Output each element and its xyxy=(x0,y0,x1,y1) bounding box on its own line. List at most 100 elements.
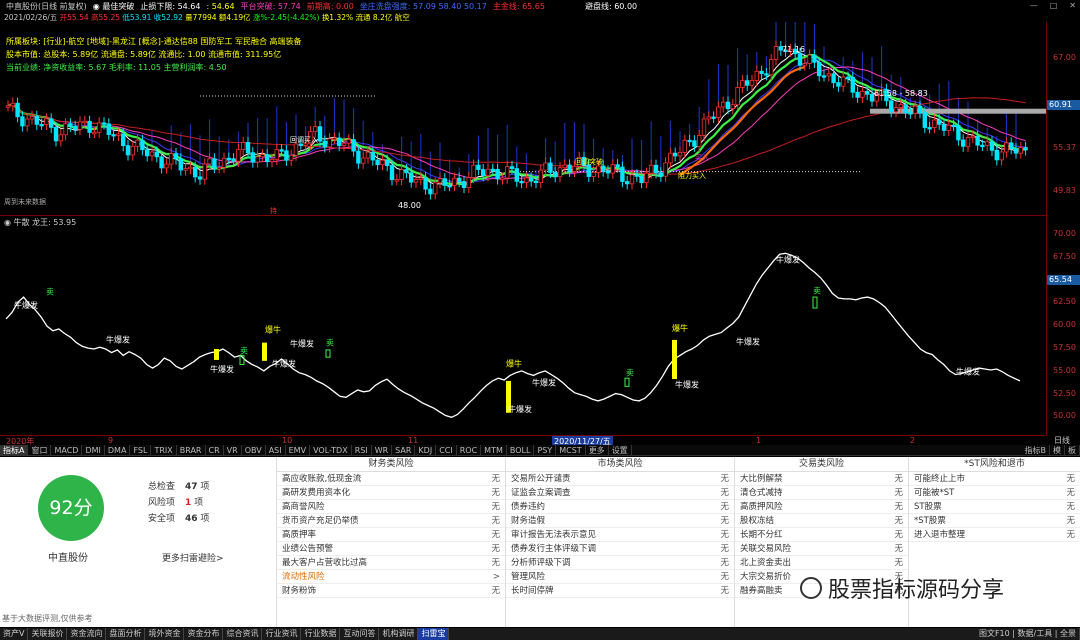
bottom-tab[interactable]: 机构调研 xyxy=(379,628,419,640)
bottom-tab[interactable]: 综合资讯 xyxy=(223,628,263,640)
risk-item[interactable]: 分析师评级下调 无 xyxy=(506,556,734,570)
indicator-tab[interactable]: 设置 xyxy=(609,445,632,455)
right-tab[interactable]: 模 xyxy=(1050,445,1065,455)
risk-item[interactable]: 流动性风险 > xyxy=(277,570,505,584)
candle-body xyxy=(226,157,231,161)
maximize-icon[interactable]: □ xyxy=(1050,1,1058,10)
indicator-tab[interactable]: VOL-TDX xyxy=(310,445,352,455)
candle-body xyxy=(961,139,966,147)
candle-body xyxy=(399,169,404,180)
indicator-tab[interactable]: MCST xyxy=(556,445,586,455)
risk-item-name: 高质押率 xyxy=(282,530,317,540)
indicator-tab[interactable]: KDJ xyxy=(415,445,437,455)
risk-item[interactable]: 可能终止上市 无 xyxy=(909,472,1080,486)
candle-body xyxy=(192,166,198,178)
more-risk-link[interactable]: 更多扫雷避险> xyxy=(162,551,224,564)
bottom-tab[interactable]: 扫雷宝 xyxy=(418,628,450,640)
risk-item[interactable]: 可能被*ST 无 xyxy=(909,486,1080,500)
indicator-tab-bar: 指标A 窗口 MACD DMI DMA FSL TRIX BRAR CR VR OBV ASI EMV V… xyxy=(0,445,1080,456)
candle-body xyxy=(164,163,169,169)
indicator-tab[interactable]: WR xyxy=(372,445,393,455)
indicator-tab[interactable]: MTM xyxy=(481,445,507,455)
candle-body xyxy=(841,76,846,87)
risk-item[interactable]: 长时间停牌 无 xyxy=(506,584,734,598)
candle-body xyxy=(529,177,534,182)
right-tab[interactable]: 板 xyxy=(1065,445,1080,455)
risk-item[interactable]: 货币资产充足仍举债 无 xyxy=(277,514,505,528)
indicator-tab[interactable]: TRIX xyxy=(151,445,177,455)
indicator-tab[interactable]: PSY xyxy=(534,445,557,455)
indicator-tab[interactable]: MACD xyxy=(51,445,83,455)
risk-item[interactable]: 北上资金卖出 无 xyxy=(735,556,908,570)
indicator-tab[interactable]: DMI xyxy=(82,445,105,455)
indicator-tab[interactable]: CCI xyxy=(436,445,457,455)
candle-body xyxy=(596,165,601,173)
indicator-tab[interactable]: RSI xyxy=(352,445,372,455)
bottom-tab[interactable]: 资金流向 xyxy=(67,628,107,640)
candle-body xyxy=(197,176,203,180)
price-scale: 67.00 60.91 55.37 49.83 xyxy=(1046,22,1080,215)
indicator-tab[interactable]: BRAR xyxy=(177,445,206,455)
indicator-tab[interactable]: 更多 xyxy=(586,445,609,455)
candle-body xyxy=(831,73,836,84)
risk-item[interactable]: ST股票 无 xyxy=(909,500,1080,514)
bottom-tab[interactable]: 行业数据 xyxy=(301,628,341,640)
candle-body xyxy=(716,106,721,118)
risk-item[interactable]: 关联交易风险 无 xyxy=(735,542,908,556)
indicator-tab[interactable]: EMV xyxy=(286,445,311,455)
indicator-tab[interactable]: CR xyxy=(206,445,224,455)
bottom-tab[interactable]: 资产V xyxy=(0,628,29,640)
bottom-tab[interactable]: 资金分布 xyxy=(184,628,224,640)
indicator-tab[interactable]: ROC xyxy=(457,445,482,455)
risk-item[interactable]: 债券发行主体评级下调 无 xyxy=(506,542,734,556)
bottom-tab[interactable]: 盘面分析 xyxy=(106,628,146,640)
candle-body xyxy=(432,182,438,195)
risk-item[interactable]: 交易所公开谴责 无 xyxy=(506,472,734,486)
risk-item[interactable]: 长期不分红 无 xyxy=(735,528,908,542)
risk-item-name: 大宗交易折价 xyxy=(740,572,792,582)
risk-item[interactable]: 清仓式减持 无 xyxy=(735,486,908,500)
indicator-tab[interactable]: SAR xyxy=(392,445,416,455)
risk-item[interactable]: 高应收账款,低现金流 无 xyxy=(277,472,505,486)
indicator-tab[interactable]: FSL xyxy=(130,445,152,455)
bottom-tab[interactable]: 境外资金 xyxy=(145,628,185,640)
risk-item[interactable]: *ST股票 无 xyxy=(909,514,1080,528)
risk-item[interactable]: 高质押率 无 xyxy=(277,528,505,542)
candle-body xyxy=(183,168,188,171)
risk-item[interactable]: 最大客户占营收比过高 无 xyxy=(277,556,505,570)
bottom-tab[interactable]: 行业资讯 xyxy=(262,628,302,640)
indicator-tab[interactable]: 指标A xyxy=(0,445,29,455)
risk-item[interactable]: 财务造假 无 xyxy=(506,514,734,528)
indicator-tab[interactable]: VR xyxy=(224,445,242,455)
quote-change: 涨%-2.45(-4.42%) xyxy=(253,13,320,22)
minimize-icon[interactable]: — xyxy=(1030,1,1038,10)
indicator-tab[interactable]: BOLL xyxy=(507,445,535,455)
risk-item[interactable]: 高研发费用资本化 无 xyxy=(277,486,505,500)
risk-item[interactable]: 股权冻结 无 xyxy=(735,514,908,528)
f10-tools[interactable]: 图文F10 | 数据/工具 | 全景 xyxy=(976,628,1080,640)
close-icon[interactable]: ✕ xyxy=(1069,1,1076,10)
sell-label: 卖 xyxy=(240,347,248,356)
risk-item[interactable]: 审计报告无法表示意见 无 xyxy=(506,528,734,542)
risk-item[interactable]: 证监会立案调查 无 xyxy=(506,486,734,500)
bottom-tab[interactable]: 互动问答 xyxy=(340,628,380,640)
risk-item[interactable]: 业绩公告预警 无 xyxy=(277,542,505,556)
sector-label: 航空 xyxy=(394,13,410,22)
risk-item[interactable]: 管理风险 无 xyxy=(506,570,734,584)
right-tab[interactable]: 指标B xyxy=(1022,445,1050,455)
risk-item[interactable]: 债券违约 无 xyxy=(506,500,734,514)
risk-item[interactable]: 进入退市整理 无 xyxy=(909,528,1080,542)
risk-item[interactable]: 高商誉风险 无 xyxy=(277,500,505,514)
risk-item[interactable]: 财务粉饰 无 xyxy=(277,584,505,598)
indicator-tab[interactable]: 窗口 xyxy=(28,445,52,455)
risk-item[interactable]: 大比例解禁 无 xyxy=(735,472,908,486)
candle-body xyxy=(490,168,495,172)
indicator-tab[interactable]: OBV xyxy=(242,445,266,455)
indicator-label: ◉ 牛散 龙王: 53.95 xyxy=(4,218,77,227)
indicator-tab[interactable]: DMA xyxy=(105,445,131,455)
indicator-tab[interactable]: ASI xyxy=(266,445,286,455)
indicator-tick: 52.50 xyxy=(1053,388,1076,398)
bottom-tab[interactable]: 关联报价 xyxy=(28,628,68,640)
risk-item[interactable]: 高质押风险 无 xyxy=(735,500,908,514)
category-title: 市场类风险 xyxy=(506,457,734,472)
